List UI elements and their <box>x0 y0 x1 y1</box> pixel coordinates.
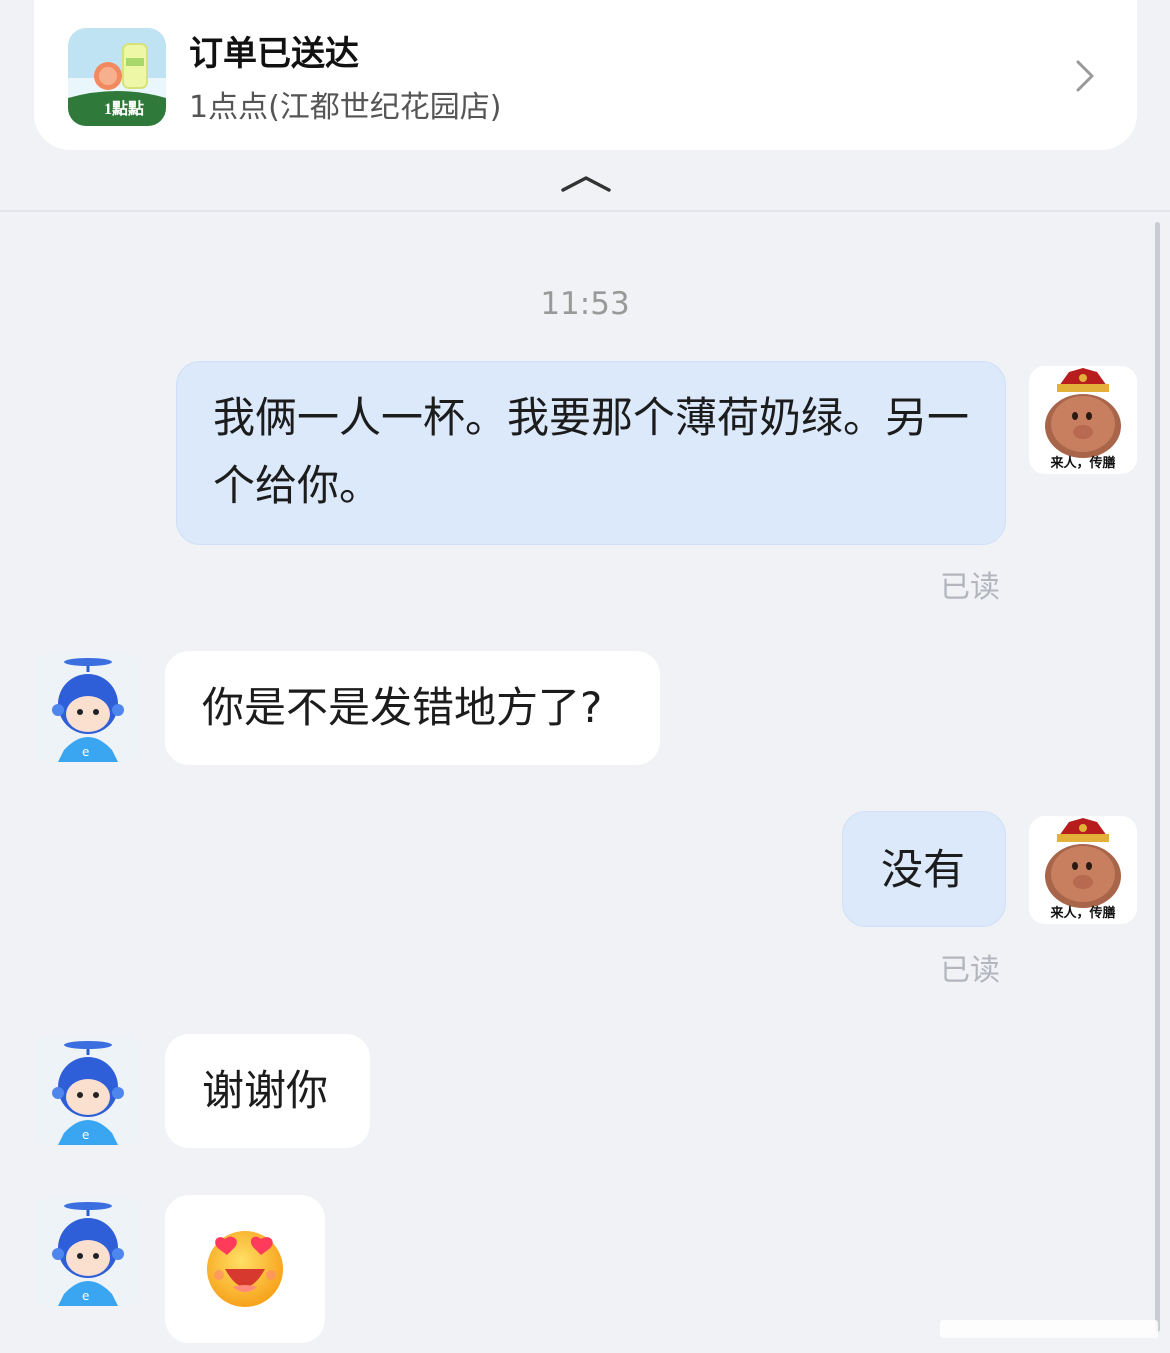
header-divider <box>0 210 1170 212</box>
avatar-caption: 来人，传膳 <box>1050 456 1116 471</box>
message-text: 谢谢你 <box>202 1066 329 1115</box>
contact-message-bubble[interactable]: 你是不是发错地方了? <box>165 651 660 765</box>
my-avatar[interactable]: 来人，传膳 <box>1029 816 1137 924</box>
message-text: 你是不是发错地方了? <box>202 683 603 732</box>
svg-text:e: e <box>82 745 89 759</box>
contact-avatar[interactable]: e <box>34 1037 142 1145</box>
chevron-right-icon[interactable] <box>1070 56 1100 96</box>
svg-text:1點點: 1點點 <box>104 99 144 118</box>
contact-message-bubble[interactable]: 谢谢你 <box>165 1034 370 1148</box>
contact-avatar[interactable]: e <box>34 1198 142 1306</box>
store-logo: 1點點 <box>68 28 166 126</box>
contact-emoji-bubble[interactable] <box>165 1195 325 1343</box>
message-text: 我俩一人一杯。我要那个薄荷奶绿。另一个给你。 <box>213 393 970 510</box>
my-message-bubble[interactable]: 我俩一人一杯。我要那个薄荷奶绿。另一个给你。 <box>176 361 1006 545</box>
scrollbar[interactable] <box>1155 222 1160 1332</box>
contact-avatar[interactable]: e <box>34 654 142 762</box>
heart-eyes-emoji-icon <box>207 1231 283 1307</box>
order-card[interactable]: 1點點 订单已送达 1点点(江都世纪花园店) <box>34 0 1137 150</box>
avatar-caption: 来人，传膳 <box>1050 906 1116 921</box>
my-avatar[interactable]: 来人，传膳 <box>1029 366 1137 474</box>
read-receipt: 已读 <box>940 570 1000 605</box>
chevron-up-icon[interactable] <box>560 170 612 196</box>
store-name: 1点点(江都世纪花园店) <box>189 90 502 125</box>
message-text: 没有 <box>881 845 966 894</box>
read-receipt: 已读 <box>940 953 1000 988</box>
my-message-bubble[interactable]: 没有 <box>842 811 1006 927</box>
svg-text:e: e <box>82 1289 89 1303</box>
order-status-title: 订单已送达 <box>189 34 359 74</box>
message-timestamp: 11:53 <box>540 286 630 322</box>
svg-text:e: e <box>82 1128 89 1142</box>
scroll-indicator <box>940 1320 1158 1338</box>
